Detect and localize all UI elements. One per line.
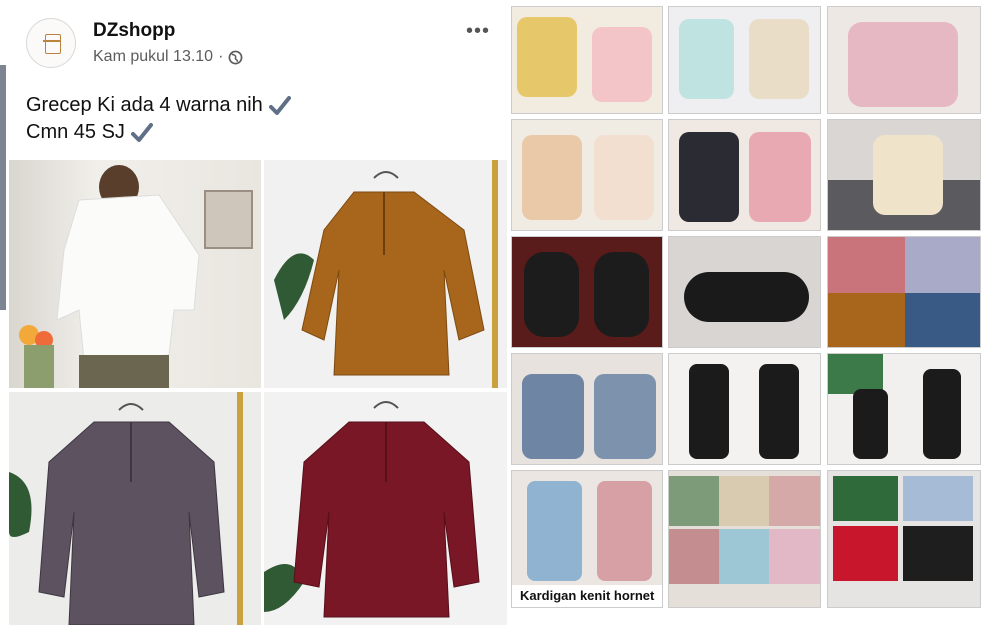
post-meta: Kam pukul 13.10 · (93, 48, 243, 66)
photo-maroon-blouse[interactable] (264, 392, 507, 625)
collage-kardigan[interactable]: Kardigan kenit hornet (511, 470, 663, 608)
collage-pajamas-pastel[interactable] (668, 6, 821, 114)
checkmark-icon (130, 122, 153, 142)
collage-sandals-black[interactable] (511, 236, 663, 348)
photo-white-blouse[interactable] (9, 160, 261, 388)
left-edge-bar (0, 65, 6, 310)
kardigan-caption: Kardigan kenit hornet (512, 585, 662, 607)
photo-brown-blouse[interactable] (264, 160, 507, 388)
post-header: DZshopp Kam pukul 13.10 · ••• (26, 18, 496, 68)
more-options-button[interactable]: ••• (466, 20, 490, 43)
page-name[interactable]: DZshopp (93, 20, 175, 42)
facebook-post: DZshopp Kam pukul 13.10 · ••• Grecep Ki … (0, 0, 507, 625)
collage-pajamas-sofa[interactable] (827, 119, 981, 231)
post-timestamp[interactable]: Kam pukul 13.10 (93, 48, 213, 66)
page-avatar[interactable] (26, 18, 76, 68)
collage-pajamas-dark[interactable] (668, 119, 821, 231)
meta-separator: · (218, 48, 224, 65)
collage-tshirts-most-expensive[interactable] (668, 470, 821, 608)
collage-sandal-closeup[interactable] (668, 236, 821, 348)
collage-pajamas-yellow[interactable] (511, 6, 663, 114)
caption-line: Grecep Ki ada 4 warna nih (26, 92, 291, 119)
collage-leggings-outdoor[interactable] (827, 353, 981, 465)
caption-line-2: Cmn 45 SJ (26, 121, 125, 143)
collage-hijab-sweater[interactable] (511, 353, 663, 465)
photo-grid (9, 160, 507, 625)
collage-pajamas-floral[interactable] (827, 6, 981, 114)
caption-line: Cmn 45 SJ (26, 119, 291, 146)
globe-icon (228, 50, 243, 64)
collage-folded-shirts[interactable] (827, 470, 981, 608)
product-collage: Kardigan kenit hornet (511, 6, 981, 608)
collage-blouse-colors[interactable] (827, 236, 981, 348)
caption-line-1: Grecep Ki ada 4 warna nih (26, 94, 263, 116)
post-caption: Grecep Ki ada 4 warna nih Cmn 45 SJ (26, 92, 291, 146)
logo-mark (43, 34, 61, 54)
checkmark-icon (268, 95, 291, 115)
collage-pajamas-cream[interactable] (511, 119, 663, 231)
photo-grey-blouse[interactable] (9, 392, 261, 625)
collage-leggings-black[interactable] (668, 353, 821, 465)
